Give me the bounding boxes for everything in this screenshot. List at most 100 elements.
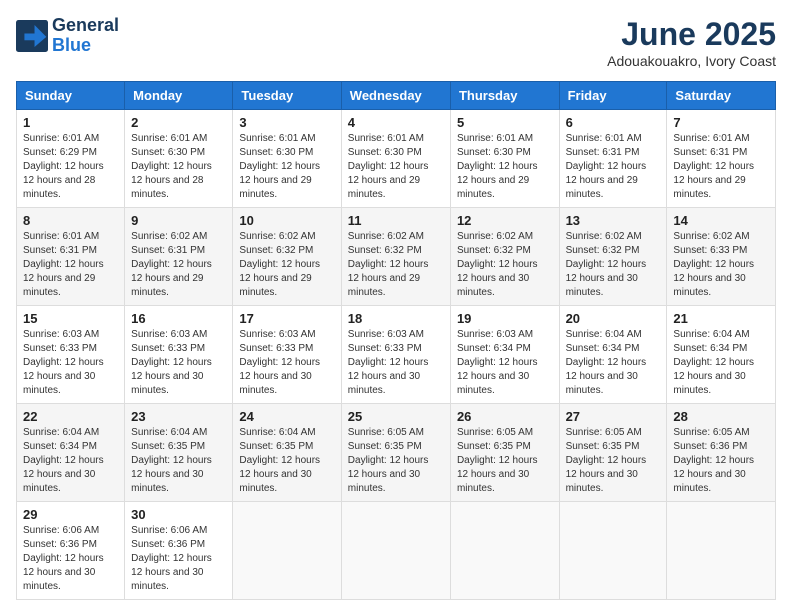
day-info-14: Sunrise: 6:02 AMSunset: 6:33 PMDaylight:…	[673, 230, 769, 300]
day-cell-8: 8 Sunrise: 6:01 AMSunset: 6:31 PMDayligh…	[17, 208, 125, 306]
day-number-19: 19	[457, 311, 553, 326]
day-cell-6: 6 Sunrise: 6:01 AMSunset: 6:31 PMDayligh…	[559, 110, 667, 208]
day-info-5: Sunrise: 6:01 AMSunset: 6:30 PMDaylight:…	[457, 132, 553, 202]
day-cell-22: 22 Sunrise: 6:04 AMSunset: 6:34 PMDaylig…	[17, 404, 125, 502]
week-row-1: 1 Sunrise: 6:01 AMSunset: 6:29 PMDayligh…	[17, 110, 776, 208]
day-info-28: Sunrise: 6:05 AMSunset: 6:36 PMDaylight:…	[673, 426, 769, 496]
day-number-23: 23	[131, 409, 226, 424]
day-info-9: Sunrise: 6:02 AMSunset: 6:31 PMDaylight:…	[131, 230, 226, 300]
day-number-27: 27	[566, 409, 661, 424]
day-number-7: 7	[673, 115, 769, 130]
week-row-5: 29 Sunrise: 6:06 AMSunset: 6:36 PMDaylig…	[17, 502, 776, 600]
empty-cell	[667, 502, 776, 600]
day-cell-7: 7 Sunrise: 6:01 AMSunset: 6:31 PMDayligh…	[667, 110, 776, 208]
day-cell-4: 4 Sunrise: 6:01 AMSunset: 6:30 PMDayligh…	[341, 110, 450, 208]
day-number-13: 13	[566, 213, 661, 228]
day-info-3: Sunrise: 6:01 AMSunset: 6:30 PMDaylight:…	[239, 132, 334, 202]
day-cell-26: 26 Sunrise: 6:05 AMSunset: 6:35 PMDaylig…	[450, 404, 559, 502]
day-cell-20: 20 Sunrise: 6:04 AMSunset: 6:34 PMDaylig…	[559, 306, 667, 404]
day-info-24: Sunrise: 6:04 AMSunset: 6:35 PMDaylight:…	[239, 426, 334, 496]
empty-cell	[559, 502, 667, 600]
day-info-21: Sunrise: 6:04 AMSunset: 6:34 PMDaylight:…	[673, 328, 769, 398]
day-cell-2: 2 Sunrise: 6:01 AMSunset: 6:30 PMDayligh…	[125, 110, 233, 208]
day-number-21: 21	[673, 311, 769, 326]
day-cell-14: 14 Sunrise: 6:02 AMSunset: 6:33 PMDaylig…	[667, 208, 776, 306]
header-friday: Friday	[559, 82, 667, 110]
day-number-6: 6	[566, 115, 661, 130]
day-info-23: Sunrise: 6:04 AMSunset: 6:35 PMDaylight:…	[131, 426, 226, 496]
day-info-10: Sunrise: 6:02 AMSunset: 6:32 PMDaylight:…	[239, 230, 334, 300]
day-info-15: Sunrise: 6:03 AMSunset: 6:33 PMDaylight:…	[23, 328, 118, 398]
day-number-2: 2	[131, 115, 226, 130]
header-sunday: Sunday	[17, 82, 125, 110]
day-info-4: Sunrise: 6:01 AMSunset: 6:30 PMDaylight:…	[348, 132, 444, 202]
day-info-1: Sunrise: 6:01 AMSunset: 6:29 PMDaylight:…	[23, 132, 118, 202]
day-cell-5: 5 Sunrise: 6:01 AMSunset: 6:30 PMDayligh…	[450, 110, 559, 208]
week-row-3: 15 Sunrise: 6:03 AMSunset: 6:33 PMDaylig…	[17, 306, 776, 404]
day-info-25: Sunrise: 6:05 AMSunset: 6:35 PMDaylight:…	[348, 426, 444, 496]
day-info-22: Sunrise: 6:04 AMSunset: 6:34 PMDaylight:…	[23, 426, 118, 496]
week-row-4: 22 Sunrise: 6:04 AMSunset: 6:34 PMDaylig…	[17, 404, 776, 502]
header-tuesday: Tuesday	[233, 82, 341, 110]
title-area: June 2025 Adouakouakro, Ivory Coast	[607, 16, 776, 69]
day-cell-21: 21 Sunrise: 6:04 AMSunset: 6:34 PMDaylig…	[667, 306, 776, 404]
day-info-17: Sunrise: 6:03 AMSunset: 6:33 PMDaylight:…	[239, 328, 334, 398]
day-info-30: Sunrise: 6:06 AMSunset: 6:36 PMDaylight:…	[131, 524, 226, 594]
weekday-header-row: Sunday Monday Tuesday Wednesday Thursday…	[17, 82, 776, 110]
day-cell-9: 9 Sunrise: 6:02 AMSunset: 6:31 PMDayligh…	[125, 208, 233, 306]
day-cell-12: 12 Sunrise: 6:02 AMSunset: 6:32 PMDaylig…	[450, 208, 559, 306]
empty-cell	[341, 502, 450, 600]
day-cell-19: 19 Sunrise: 6:03 AMSunset: 6:34 PMDaylig…	[450, 306, 559, 404]
day-number-8: 8	[23, 213, 118, 228]
empty-cell	[450, 502, 559, 600]
page-header: General Blue June 2025 Adouakouakro, Ivo…	[16, 16, 776, 69]
day-number-5: 5	[457, 115, 553, 130]
logo-text: General Blue	[52, 16, 119, 56]
day-number-3: 3	[239, 115, 334, 130]
day-number-30: 30	[131, 507, 226, 522]
day-number-15: 15	[23, 311, 118, 326]
day-info-16: Sunrise: 6:03 AMSunset: 6:33 PMDaylight:…	[131, 328, 226, 398]
day-number-11: 11	[348, 213, 444, 228]
day-number-10: 10	[239, 213, 334, 228]
header-monday: Monday	[125, 82, 233, 110]
day-number-17: 17	[239, 311, 334, 326]
day-number-18: 18	[348, 311, 444, 326]
header-thursday: Thursday	[450, 82, 559, 110]
day-cell-16: 16 Sunrise: 6:03 AMSunset: 6:33 PMDaylig…	[125, 306, 233, 404]
day-info-19: Sunrise: 6:03 AMSunset: 6:34 PMDaylight:…	[457, 328, 553, 398]
day-info-2: Sunrise: 6:01 AMSunset: 6:30 PMDaylight:…	[131, 132, 226, 202]
logo: General Blue	[16, 16, 119, 56]
day-info-27: Sunrise: 6:05 AMSunset: 6:35 PMDaylight:…	[566, 426, 661, 496]
day-cell-24: 24 Sunrise: 6:04 AMSunset: 6:35 PMDaylig…	[233, 404, 341, 502]
day-cell-11: 11 Sunrise: 6:02 AMSunset: 6:32 PMDaylig…	[341, 208, 450, 306]
day-cell-13: 13 Sunrise: 6:02 AMSunset: 6:32 PMDaylig…	[559, 208, 667, 306]
day-info-12: Sunrise: 6:02 AMSunset: 6:32 PMDaylight:…	[457, 230, 553, 300]
day-info-6: Sunrise: 6:01 AMSunset: 6:31 PMDaylight:…	[566, 132, 661, 202]
day-info-8: Sunrise: 6:01 AMSunset: 6:31 PMDaylight:…	[23, 230, 118, 300]
day-number-28: 28	[673, 409, 769, 424]
day-cell-30: 30 Sunrise: 6:06 AMSunset: 6:36 PMDaylig…	[125, 502, 233, 600]
week-row-2: 8 Sunrise: 6:01 AMSunset: 6:31 PMDayligh…	[17, 208, 776, 306]
location-title: Adouakouakro, Ivory Coast	[607, 53, 776, 69]
day-cell-15: 15 Sunrise: 6:03 AMSunset: 6:33 PMDaylig…	[17, 306, 125, 404]
logo-icon	[16, 20, 48, 52]
day-cell-25: 25 Sunrise: 6:05 AMSunset: 6:35 PMDaylig…	[341, 404, 450, 502]
header-wednesday: Wednesday	[341, 82, 450, 110]
day-cell-18: 18 Sunrise: 6:03 AMSunset: 6:33 PMDaylig…	[341, 306, 450, 404]
day-info-26: Sunrise: 6:05 AMSunset: 6:35 PMDaylight:…	[457, 426, 553, 496]
day-info-7: Sunrise: 6:01 AMSunset: 6:31 PMDaylight:…	[673, 132, 769, 202]
day-info-20: Sunrise: 6:04 AMSunset: 6:34 PMDaylight:…	[566, 328, 661, 398]
day-cell-23: 23 Sunrise: 6:04 AMSunset: 6:35 PMDaylig…	[125, 404, 233, 502]
day-info-11: Sunrise: 6:02 AMSunset: 6:32 PMDaylight:…	[348, 230, 444, 300]
day-cell-29: 29 Sunrise: 6:06 AMSunset: 6:36 PMDaylig…	[17, 502, 125, 600]
day-number-14: 14	[673, 213, 769, 228]
day-number-4: 4	[348, 115, 444, 130]
day-cell-1: 1 Sunrise: 6:01 AMSunset: 6:29 PMDayligh…	[17, 110, 125, 208]
day-cell-10: 10 Sunrise: 6:02 AMSunset: 6:32 PMDaylig…	[233, 208, 341, 306]
day-cell-28: 28 Sunrise: 6:05 AMSunset: 6:36 PMDaylig…	[667, 404, 776, 502]
day-number-16: 16	[131, 311, 226, 326]
day-cell-27: 27 Sunrise: 6:05 AMSunset: 6:35 PMDaylig…	[559, 404, 667, 502]
day-number-1: 1	[23, 115, 118, 130]
day-number-24: 24	[239, 409, 334, 424]
